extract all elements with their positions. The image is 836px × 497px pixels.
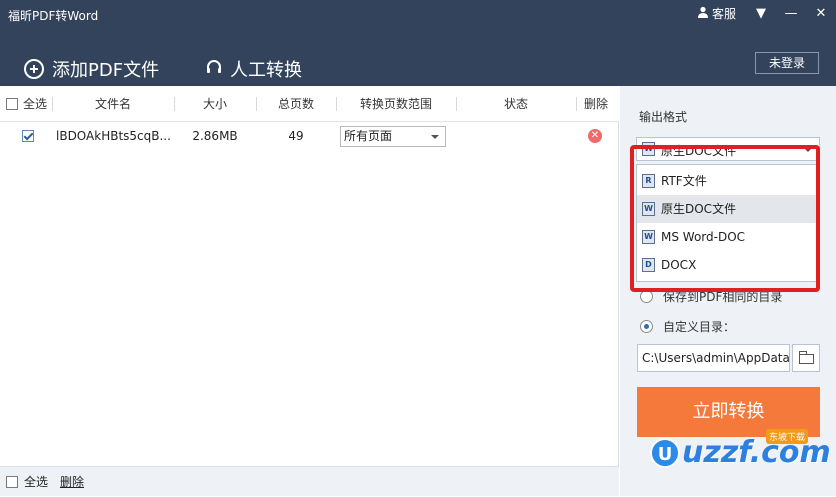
chevron-down-icon bbox=[431, 135, 439, 139]
save-same-dir-radio[interactable] bbox=[640, 290, 653, 303]
filename-header: 文件名 bbox=[94, 97, 131, 111]
customer-service-button[interactable]: 客服 bbox=[697, 5, 736, 22]
add-pdf-button[interactable]: 添加PDF文件 bbox=[24, 56, 159, 82]
save-same-dir-option[interactable]: 保存到PDF相同的目录 bbox=[640, 288, 782, 305]
watermark-logo: U uzzf.com 东坡下载 bbox=[650, 429, 831, 470]
row-status bbox=[456, 122, 576, 150]
output-format-label: 输出格式 bbox=[639, 110, 688, 124]
format-option-label: MS Word-DOC bbox=[661, 230, 746, 244]
row-pages: 49 bbox=[288, 129, 304, 143]
window-controls: 客服 ▼ — ✕ bbox=[697, 0, 836, 26]
select-all-header[interactable]: 全选 bbox=[6, 86, 47, 122]
footer-select-all-label: 全选 bbox=[24, 475, 49, 489]
output-format-value: 原生DOC文件 bbox=[661, 144, 737, 158]
table-row[interactable]: lBDOAkHBts5cqB... 2.86MB 49 所有页面 ✕ bbox=[0, 122, 619, 150]
custom-dir-option[interactable]: 自定义目录： bbox=[640, 318, 735, 335]
format-option-rtf[interactable]: R RTF文件 bbox=[637, 167, 819, 195]
close-button[interactable]: ✕ bbox=[806, 6, 836, 21]
customer-service-label: 客服 bbox=[711, 6, 736, 21]
table-footer: 全选 删除 bbox=[0, 466, 619, 496]
range-header: 转换页数范围 bbox=[359, 97, 432, 111]
login-button[interactable]: 未登录 bbox=[755, 52, 819, 74]
footer-select-all-checkbox[interactable] bbox=[6, 476, 18, 488]
format-option-ms-word-doc[interactable]: W MS Word-DOC bbox=[637, 223, 819, 251]
watermark-text: uzzf.com bbox=[682, 435, 831, 470]
word-doc-icon: W bbox=[642, 142, 655, 156]
size-header: 大小 bbox=[202, 97, 227, 111]
save-same-dir-label: 保存到PDF相同的目录 bbox=[663, 290, 783, 304]
app-title: 福昕PDF转Word bbox=[8, 9, 99, 23]
docx-file-icon: D bbox=[642, 258, 655, 272]
format-option-native-doc[interactable]: W 原生DOC文件 bbox=[637, 195, 819, 223]
rtf-file-icon: R bbox=[642, 174, 655, 188]
row-filename: lBDOAkHBts5cqB... bbox=[56, 129, 171, 143]
table-header: 全选 文件名 大小 总页数 转换页数范围 状态 删除 bbox=[0, 86, 619, 122]
custom-dir-radio[interactable] bbox=[640, 320, 653, 333]
manual-convert-label: 人工转换 bbox=[230, 60, 302, 81]
headset-icon bbox=[206, 59, 222, 80]
chevron-down-icon bbox=[804, 148, 812, 152]
manual-convert-button[interactable]: 人工转换 bbox=[206, 56, 302, 82]
delete-header: 删除 bbox=[583, 97, 608, 111]
app-header: 福昕PDF转Word 客服 ▼ — ✕ 添加PDF文件 人工转换 未登录 bbox=[0, 0, 836, 86]
folder-icon bbox=[799, 351, 814, 364]
watermark-tag: 东坡下载 bbox=[766, 429, 809, 444]
add-pdf-label: 添加PDF文件 bbox=[52, 60, 160, 81]
page-range-select[interactable]: 所有页面 bbox=[340, 126, 446, 147]
format-option-label: 原生DOC文件 bbox=[661, 202, 737, 216]
watermark-circle-icon: U bbox=[650, 437, 680, 468]
format-option-label: RTF文件 bbox=[661, 174, 707, 188]
select-all-label: 全选 bbox=[23, 97, 48, 111]
footer-select-all[interactable]: 全选 bbox=[6, 467, 48, 497]
row-size: 2.86MB bbox=[192, 129, 238, 143]
menu-dropdown-icon[interactable]: ▼ bbox=[746, 6, 776, 21]
add-circle-icon bbox=[24, 59, 44, 79]
pages-header: 总页数 bbox=[277, 97, 314, 111]
format-option-label: DOCX bbox=[661, 258, 697, 272]
format-option-docx[interactable]: D DOCX bbox=[637, 251, 819, 279]
browse-folder-button[interactable] bbox=[792, 344, 820, 372]
custom-dir-path-input[interactable]: C:\Users\admin\AppData bbox=[637, 344, 790, 372]
word-doc-icon: W bbox=[642, 202, 655, 216]
output-format-options: R RTF文件 W 原生DOC文件 W MS Word-DOC D DOCX bbox=[636, 164, 820, 282]
word-doc-icon: W bbox=[642, 230, 655, 244]
select-all-checkbox[interactable] bbox=[6, 98, 18, 110]
minimize-button[interactable]: — bbox=[776, 6, 806, 21]
page-range-value: 所有页面 bbox=[344, 129, 393, 143]
user-icon bbox=[697, 6, 709, 21]
status-header: 状态 bbox=[503, 97, 528, 111]
output-format-select[interactable]: W 原生DOC文件 bbox=[636, 137, 820, 161]
delete-row-icon[interactable]: ✕ bbox=[588, 129, 602, 143]
file-table: 全选 文件名 大小 总页数 转换页数范围 状态 删除 lBDOAkHBts5cq… bbox=[0, 86, 619, 466]
footer-delete-link[interactable]: 删除 bbox=[60, 467, 84, 497]
custom-dir-label: 自定义目录： bbox=[663, 320, 736, 334]
row-checkbox[interactable] bbox=[22, 130, 34, 142]
